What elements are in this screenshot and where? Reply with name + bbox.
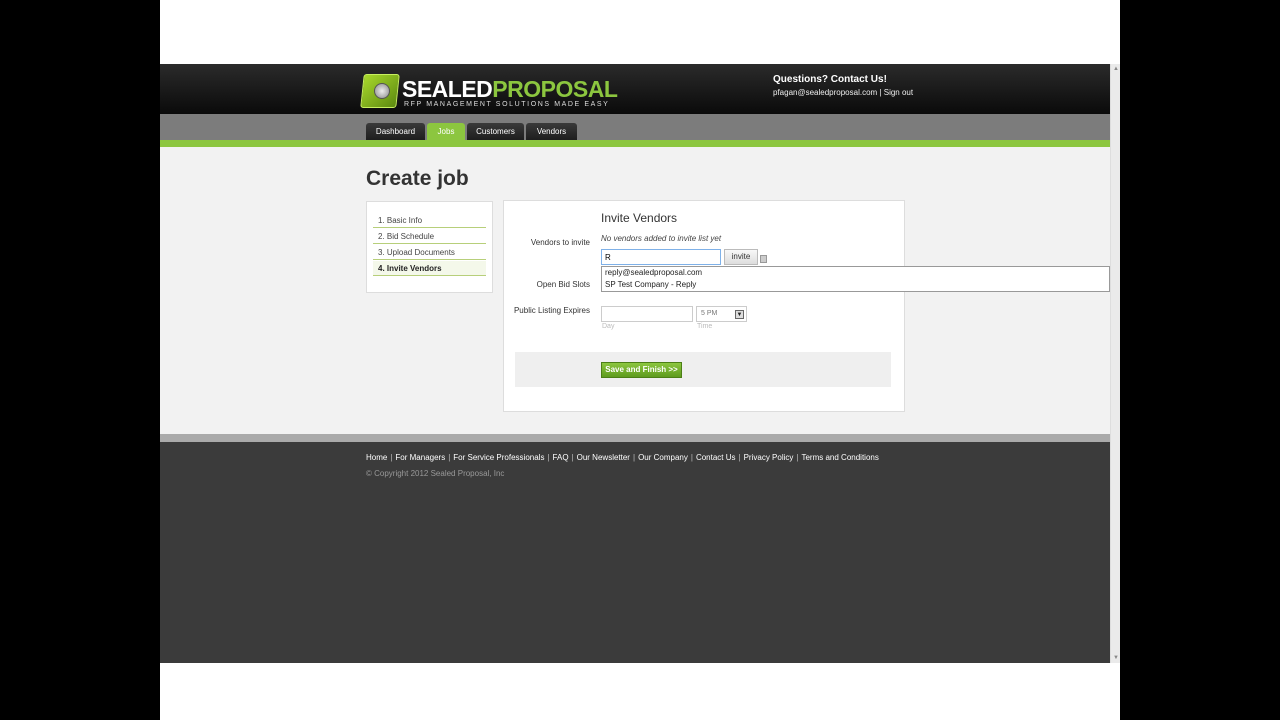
dropdown-arrow-icon[interactable]: ▼ — [735, 310, 744, 319]
page-title: Create job — [366, 167, 469, 190]
address-book-icon[interactable] — [760, 255, 767, 263]
vendor-autocomplete-dropdown: reply@sealedproposal.com SP Test Company… — [601, 266, 1110, 292]
autocomplete-item[interactable]: SP Test Company - Reply — [605, 280, 696, 289]
invite-vendors-form: Invite Vendors Vendors to invite No vend… — [503, 200, 905, 412]
footer-link-our-company[interactable]: Our Company — [638, 453, 688, 462]
tab-jobs[interactable]: Jobs — [427, 123, 465, 140]
save-and-finish-button[interactable]: Save and Finish >> — [601, 362, 682, 378]
listing-day-input[interactable] — [601, 306, 693, 322]
vendors-to-invite-label: Vendors to invite — [530, 238, 590, 247]
contact-link[interactable]: Questions? Contact Us! — [773, 74, 913, 85]
public-listing-expires-label: Public Listing Expires — [513, 306, 590, 315]
tab-vendors[interactable]: Vendors — [526, 123, 577, 140]
open-bid-slots-label: Open Bid Slots — [536, 280, 590, 289]
footer-link-privacy-policy[interactable]: Privacy Policy — [744, 453, 794, 462]
header-contact: Questions? Contact Us! pfagan@sealedprop… — [773, 74, 913, 97]
sign-out-link[interactable]: Sign out — [884, 88, 913, 97]
footer-separator: | — [690, 453, 693, 462]
footer-link-for-service-professionals[interactable]: For Service Professionals — [453, 453, 544, 462]
time-hint: Time — [697, 323, 713, 330]
header-separator: | — [879, 88, 882, 97]
wizard-steps: 1. Basic Info 2. Bid Schedule 3. Upload … — [366, 201, 493, 293]
form-heading: Invite Vendors — [601, 211, 678, 225]
page-scrollbar[interactable]: ▲ ▼ — [1110, 64, 1120, 663]
footer-separator: | — [547, 453, 550, 462]
nav-accent-bar — [160, 140, 1110, 147]
footer-divider — [160, 434, 1110, 442]
empty-invite-list-note: No vendors added to invite list yet — [601, 234, 722, 243]
footer-link-for-managers[interactable]: For Managers — [395, 453, 445, 462]
user-email: pfagan@sealedproposal.com — [773, 88, 878, 97]
footer-link-home[interactable]: Home — [366, 453, 387, 462]
invite-button[interactable]: invite — [724, 249, 758, 265]
footer-separator: | — [571, 453, 574, 462]
copyright-text: © Copyright 2012 Sealed Proposal, Inc — [366, 469, 505, 478]
time-value: 5 PM — [701, 310, 718, 317]
browser-viewport: SEALEDPROPOSAL RFP MANAGEMENT SOLUTIONS … — [160, 0, 1120, 720]
footer-separator: | — [632, 453, 636, 462]
listing-time-select[interactable]: 5 PM ▼ — [696, 306, 747, 322]
logo-tagline: RFP MANAGEMENT SOLUTIONS MADE EASY — [404, 101, 610, 108]
logo-wordmark: SEALEDPROPOSAL — [402, 76, 618, 102]
user-info: pfagan@sealedproposal.com | Sign out — [773, 88, 913, 97]
logo-seal-icon — [374, 83, 390, 99]
autocomplete-item[interactable]: reply@sealedproposal.com — [605, 268, 702, 277]
footer-link-faq[interactable]: FAQ — [553, 453, 569, 462]
site-header: SEALEDPROPOSAL RFP MANAGEMENT SOLUTIONS … — [160, 64, 1110, 114]
main-nav: Dashboard Jobs Customers Vendors — [160, 114, 1110, 140]
step-upload-documents[interactable]: 3. Upload Documents — [373, 245, 486, 260]
form-actions: Save and Finish >> — [515, 352, 891, 387]
footer-link-our-newsletter[interactable]: Our Newsletter — [577, 453, 630, 462]
vendor-search-input[interactable] — [601, 249, 721, 265]
site-logo[interactable]: SEALEDPROPOSAL RFP MANAGEMENT SOLUTIONS … — [360, 72, 618, 112]
scroll-down-arrow-icon[interactable]: ▼ — [1113, 655, 1119, 661]
footer-separator: | — [738, 453, 741, 462]
step-basic-info[interactable]: 1. Basic Info — [373, 213, 486, 228]
step-bid-schedule[interactable]: 2. Bid Schedule — [373, 229, 486, 244]
step-invite-vendors[interactable]: 4. Invite Vendors — [373, 261, 486, 276]
footer-links: Home | For Managers | For Service Profession… — [366, 453, 879, 462]
tab-customers[interactable]: Customers — [467, 123, 524, 140]
footer-link-contact-us[interactable]: Contact Us — [696, 453, 736, 462]
scroll-up-arrow-icon[interactable]: ▲ — [1113, 66, 1119, 72]
tab-dashboard[interactable]: Dashboard — [366, 123, 425, 140]
footer-link-terms-and-conditions[interactable]: Terms and Conditions — [801, 453, 878, 462]
day-hint: Day — [602, 323, 615, 330]
site-footer: Home | For Managers | For Service Profession… — [160, 442, 1110, 663]
